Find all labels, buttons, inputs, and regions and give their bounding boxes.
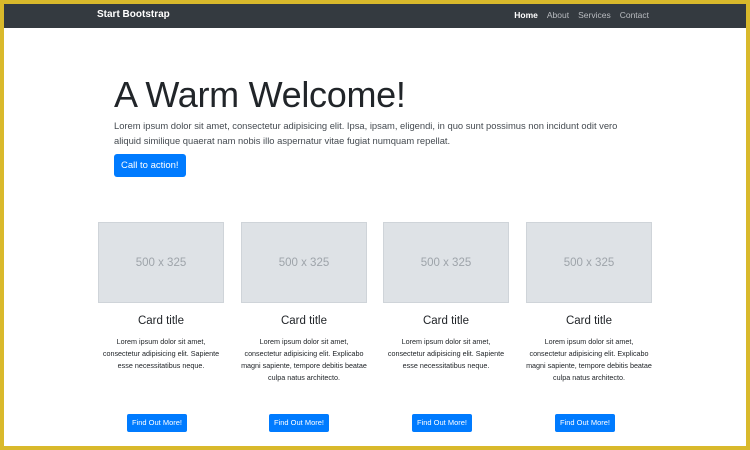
nav-link-contact[interactable]: Contact <box>620 10 649 20</box>
nav-link-about[interactable]: About <box>547 10 569 20</box>
card-text: Lorem ipsum dolor sit amet, consectetur … <box>102 337 220 370</box>
card-image-placeholder: 500 x 325 <box>98 222 224 303</box>
page-frame: Start Bootstrap Home About Services Cont… <box>4 4 746 446</box>
call-to-action-button[interactable]: Call to action! <box>114 154 186 177</box>
card-image-placeholder: 500 x 325 <box>383 222 509 303</box>
placeholder-label: 500 x 325 <box>278 256 330 269</box>
find-out-more-button[interactable]: Find Out More! <box>127 414 188 432</box>
card: 500 x 325 Card title Lorem ipsum dolor s… <box>383 222 509 446</box>
card: 500 x 325 Card title Lorem ipsum dolor s… <box>98 222 224 446</box>
card-title: Card title <box>565 315 613 327</box>
nav-link-home[interactable]: Home <box>514 10 538 20</box>
find-out-more-button[interactable]: Find Out More! <box>555 414 616 432</box>
card-text: Lorem ipsum dolor sit amet, consectetur … <box>526 337 652 382</box>
nav-link-services[interactable]: Services <box>578 10 611 20</box>
hero-title: A Warm Welcome! <box>114 74 406 115</box>
card-text: Lorem ipsum dolor sit amet, consectetur … <box>387 337 505 370</box>
find-out-more-button[interactable]: Find Out More! <box>412 414 473 432</box>
hero-lead: Lorem ipsum dolor sit amet, consectetur … <box>114 120 618 146</box>
find-out-more-button[interactable]: Find Out More! <box>269 414 330 432</box>
card: 500 x 325 Card title Lorem ipsum dolor s… <box>241 222 367 446</box>
placeholder-label: 500 x 325 <box>420 256 472 269</box>
placeholder-label: 500 x 325 <box>563 256 615 269</box>
card-title: Card title <box>422 315 470 327</box>
navbar: Start Bootstrap Home About Services Cont… <box>4 4 746 28</box>
card-text: Lorem ipsum dolor sit amet, consectetur … <box>241 337 367 382</box>
card-title: Card title <box>280 315 328 327</box>
card-title: Card title <box>137 315 185 327</box>
nav-links: Home About Services Contact <box>514 10 649 20</box>
card: 500 x 325 Card title Lorem ipsum dolor s… <box>526 222 652 446</box>
card-image-placeholder: 500 x 325 <box>241 222 367 303</box>
card-image-placeholder: 500 x 325 <box>526 222 652 303</box>
placeholder-label: 500 x 325 <box>135 256 187 269</box>
navbar-brand[interactable]: Start Bootstrap <box>97 9 170 20</box>
